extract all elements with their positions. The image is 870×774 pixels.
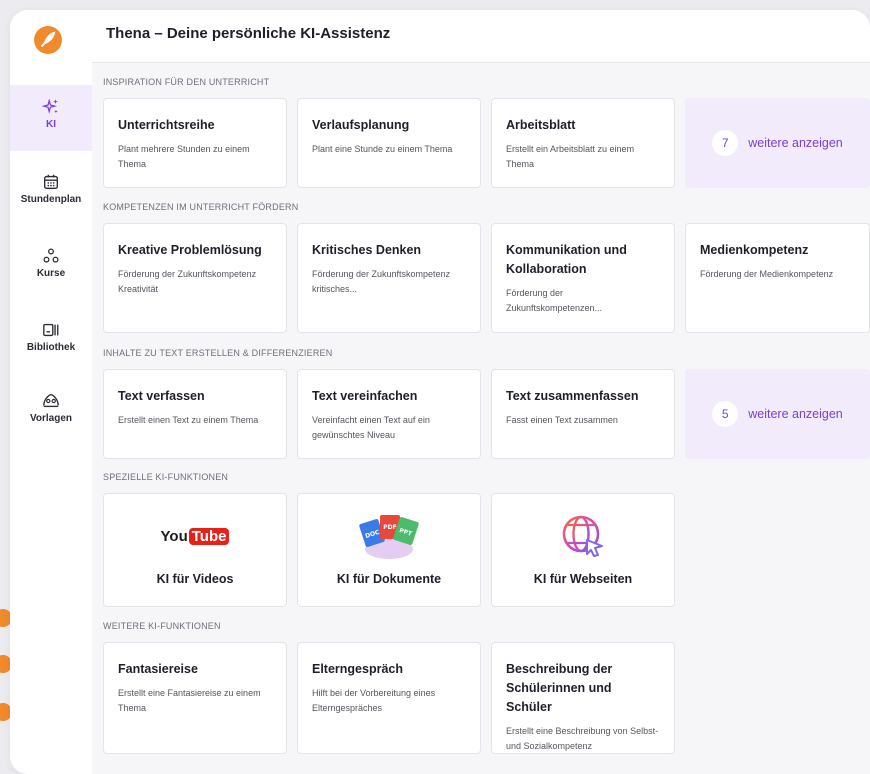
card-verlaufsplanung[interactable]: Verlaufsplanung Plant eine Stunde zu ein… (297, 98, 481, 188)
card-description: Förderung der Zukunftskompetenz kritisch… (312, 269, 451, 294)
card-text-verfassen[interactable]: Text verfassen Erstellt einen Text zu ei… (103, 369, 287, 459)
card-description: Fasst einen Text zusammen (506, 415, 618, 425)
card-kommunikation-kollaboration[interactable]: Kommunikation und Kollaboration Förderun… (491, 223, 675, 333)
sidebar: KI Stundenplan Kurse Bibliothek Vorlagen (10, 10, 93, 774)
card-unterrichtsreihe[interactable]: Unterrichtsreihe Plant mehrere Stunden z… (103, 98, 287, 188)
card-ki-fuer-dokumente[interactable]: DOC PDF PPT KI für Dokumente (297, 493, 481, 607)
sidebar-item-ki[interactable]: KI (10, 85, 92, 151)
sidebar-item-label: Vorlagen (29, 413, 73, 424)
card-title: Text vereinfachen (312, 389, 418, 403)
card-description: Förderung der Zukunftskompetenzen... (506, 288, 603, 313)
thena-logo-icon[interactable] (33, 25, 63, 55)
section-label-kompetenzen: KOMPETENZEN IM UNTERRICHT FÖRDERN (103, 202, 299, 212)
card-title: Unterrichtsreihe (118, 118, 215, 132)
app-window: KI Stundenplan Kurse Bibliothek Vorlagen… (10, 10, 870, 774)
sidebar-item-stundenplan[interactable]: Stundenplan (10, 173, 92, 205)
card-title: Fantasiereise (118, 662, 198, 676)
show-more-button[interactable]: 5 weitere anzeigen (685, 369, 870, 459)
card-description: Erstellt eine Fantasiereise zu einem The… (118, 688, 261, 713)
card-title: Text verfassen (118, 389, 205, 403)
sidebar-item-label: Kurse (36, 268, 66, 279)
section-label-inspiration: INSPIRATION FÜR DEN UNTERRICHT (103, 77, 270, 87)
card-description: Förderung der Zukunftskompetenz Kreativi… (118, 269, 257, 294)
card-title: Verlaufsplanung (312, 118, 410, 132)
more-label: weitere anzeigen (748, 136, 843, 150)
documents-cloud-icon: DOC PDF PPT (298, 512, 480, 560)
main-content: INSPIRATION FÜR DEN UNTERRICHT Unterrich… (92, 63, 870, 774)
section-label-spezielle: SPEZIELLE KI-FUNKTIONEN (103, 472, 229, 482)
card-description: Vereinfacht einen Text auf ein gewünscht… (312, 415, 430, 440)
section-label-weitere: WEITERE KI-FUNKTIONEN (103, 621, 221, 631)
card-title: Medienkompetenz (700, 243, 809, 257)
sidebar-item-label: Stundenplan (20, 194, 82, 205)
card-title: Kreative Problemlösung (118, 243, 262, 257)
page-header: Thena – Deine persönliche KI-Assistenz (92, 10, 870, 63)
sidebar-item-kurse[interactable]: Kurse (10, 247, 92, 279)
card-description: Erstellt ein Arbeitsblatt zu einem Thema (506, 144, 635, 169)
card-title: Kommunikation und Kollaboration (506, 243, 627, 276)
card-description: Plant eine Stunde zu einem Thema (312, 144, 453, 154)
card-title: Elterngespräch (312, 662, 404, 676)
show-more-button[interactable]: 7 weitere anzeigen (685, 98, 870, 188)
card-ki-fuer-webseiten[interactable]: KI für Webseiten (491, 493, 675, 607)
more-count-badge: 7 (712, 130, 739, 156)
sidebar-item-label: Bibliothek (26, 342, 76, 353)
card-title: Text zusammenfassen (506, 389, 639, 403)
card-title: KI für Videos (156, 572, 234, 586)
card-arbeitsblatt[interactable]: Arbeitsblatt Erstellt ein Arbeitsblatt z… (491, 98, 675, 188)
courses-icon (43, 248, 59, 263)
sidebar-item-vorlagen[interactable]: Vorlagen (10, 392, 92, 424)
card-title: KI für Dokumente (336, 572, 442, 586)
card-description: Erstellt eine Beschreibung von Selbst- u… (506, 726, 659, 751)
card-title: KI für Webseiten (533, 572, 633, 586)
card-fantasiereise[interactable]: Fantasiereise Erstellt eine Fantasiereis… (103, 642, 287, 754)
card-description: Hilft bei der Vorbereitung eines Elterng… (312, 688, 436, 713)
sidebar-item-bibliothek[interactable]: Bibliothek (10, 321, 92, 353)
card-text-zusammenfassen[interactable]: Text zusammenfassen Fasst einen Text zus… (491, 369, 675, 459)
more-label: weitere anzeigen (748, 407, 843, 421)
card-description: Förderung der Medienkompetenz (700, 269, 834, 279)
youtube-logo-icon: You Tube (104, 512, 286, 560)
calendar-icon (44, 174, 58, 189)
library-icon (43, 323, 59, 337)
card-description: Erstellt einen Text zu einem Thema (118, 415, 259, 425)
card-kritisches-denken[interactable]: Kritisches Denken Förderung der Zukunfts… (297, 223, 481, 333)
card-beschreibung-schueler[interactable]: Beschreibung der Schülerinnen und Schüle… (491, 642, 675, 754)
globe-cursor-icon (492, 512, 674, 560)
card-title: Arbeitsblatt (506, 118, 576, 132)
templates-icon (43, 394, 59, 408)
svg-text:PDF: PDF (383, 524, 396, 531)
more-count-badge: 5 (712, 401, 739, 427)
card-kreative-problemloesung[interactable]: Kreative Problemlösung Förderung der Zuk… (103, 223, 287, 333)
card-title: Beschreibung der Schülerinnen und Schüle… (506, 662, 613, 714)
card-title: Kritisches Denken (312, 243, 422, 257)
card-text-vereinfachen[interactable]: Text vereinfachen Vereinfacht einen Text… (297, 369, 481, 459)
page-title: Thena – Deine persönliche KI-Assistenz (106, 25, 391, 42)
section-label-inhalte: INHALTE ZU TEXT ERSTELLEN & DIFFERENZIER… (103, 348, 333, 358)
card-medienkompetenz[interactable]: Medienkompetenz Förderung der Medienkomp… (685, 223, 870, 333)
card-description: Plant mehrere Stunden zu einem Thema (118, 144, 250, 169)
card-elterngespraech[interactable]: Elterngespräch Hilft bei der Vorbereitun… (297, 642, 481, 754)
sidebar-item-label: KI (46, 119, 56, 130)
card-ki-fuer-videos[interactable]: You Tube KI für Videos (103, 493, 287, 607)
sparkles-icon (42, 98, 58, 114)
